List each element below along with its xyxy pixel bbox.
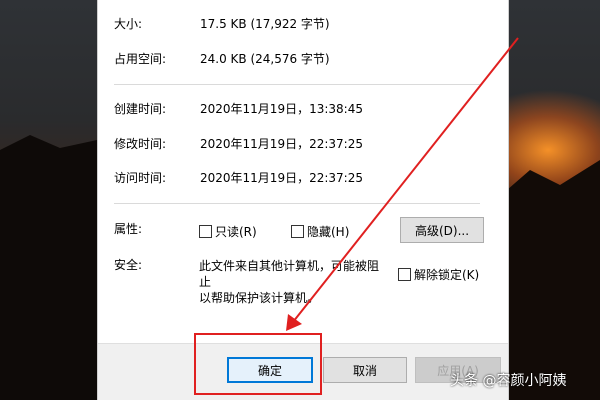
created-label: 创建时间:	[114, 102, 167, 116]
accessed-label: 访问时间:	[114, 171, 167, 185]
watermark-text: 头条 @容颜小阿姨	[450, 373, 567, 389]
security-message-line: 此文件来自其他计算机，可能被阻止	[199, 259, 380, 289]
checkbox-box[interactable]	[291, 225, 304, 238]
hidden-checkbox-label: 隐藏(H)	[307, 225, 350, 239]
checkbox-box[interactable]	[398, 268, 411, 281]
advanced-button[interactable]: 高级(D)...	[400, 217, 484, 243]
attributes-label: 属性:	[114, 222, 143, 236]
modified-label: 修改时间:	[114, 137, 167, 151]
disk-size-value: 24.0 KB (24,576 字节)	[200, 52, 330, 66]
cancel-button[interactable]: 取消	[323, 357, 407, 383]
divider	[114, 84, 480, 85]
general-tab-panel: 大小: 17.5 KB (17,922 字节) 占用空间: 24.0 KB (2…	[98, 0, 508, 344]
disk-size-label: 占用空间:	[114, 52, 167, 66]
size-label: 大小:	[114, 17, 143, 31]
hidden-checkbox[interactable]: 隐藏(H)	[291, 223, 349, 240]
modified-value: 2020年11月19日，22:37:25	[200, 137, 363, 151]
security-message: 此文件来自其他计算机，可能被阻止 以帮助保护该计算机。	[199, 258, 379, 306]
security-message-line: 以帮助保护该计算机。	[199, 291, 320, 305]
divider	[114, 203, 480, 204]
unblock-checkbox[interactable]: 解除锁定(K)	[398, 266, 479, 283]
created-value: 2020年11月19日，13:38:45	[200, 102, 363, 116]
accessed-value: 2020年11月19日，22:37:25	[200, 171, 363, 185]
readonly-checkbox[interactable]: 只读(R)	[199, 223, 257, 240]
size-value: 17.5 KB (17,922 字节)	[200, 17, 330, 31]
checkbox-box[interactable]	[199, 225, 212, 238]
readonly-checkbox-label: 只读(R)	[215, 225, 257, 239]
security-label: 安全:	[114, 258, 143, 272]
unblock-checkbox-label: 解除锁定(K)	[414, 268, 480, 282]
annotation-highlight-box	[194, 333, 322, 395]
